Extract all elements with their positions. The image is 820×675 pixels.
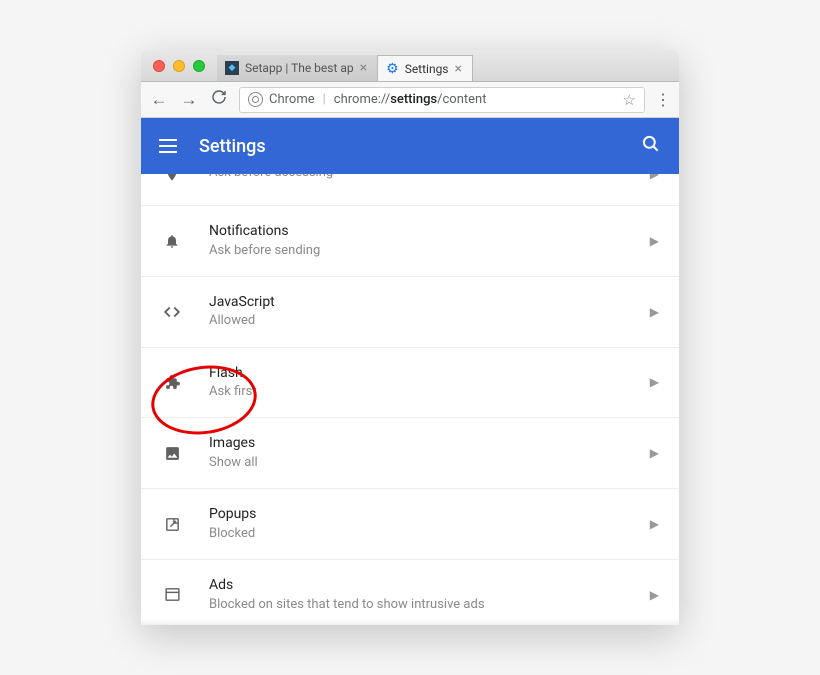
chevron-right-icon: ▶ [650,517,659,531]
tab-title: Setapp | The best ap [245,61,354,75]
url-prefix: chrome:// [334,92,390,107]
url-path: /content [437,92,486,107]
item-title: Ads [209,576,650,596]
item-subtitle: Allowed [209,312,650,330]
settings-header: Settings [141,118,679,174]
chevron-right-icon: ▶ [650,446,659,460]
item-title: Images [209,434,650,454]
location-icon [159,174,185,182]
item-subtitle: Ask before accessing [209,174,650,183]
content-item-location[interactable]: Ask before accessing ▶ [141,174,679,206]
toolbar: ← → Chrome | chrome://settings/content ☆… [141,82,679,118]
code-icon [159,303,185,321]
tab-strip: ◆ Setapp | The best ap × ⚙ Settings × [141,50,679,82]
tabs: ◆ Setapp | The best ap × ⚙ Settings × [217,50,679,81]
item-subtitle: Blocked [209,525,650,543]
popup-icon [159,516,185,533]
chevron-right-icon: ▶ [650,305,659,319]
content-item-javascript[interactable]: JavaScript Allowed ▶ [141,277,679,348]
content-item-flash[interactable]: Flash Ask first ▶ [141,348,679,419]
url-host: settings [390,92,437,107]
address-bar[interactable]: Chrome | chrome://settings/content ☆ [239,87,645,113]
maximize-window-button[interactable] [193,60,205,72]
content-item-notifications[interactable]: Notifications Ask before sending ▶ [141,206,679,277]
content-settings-list: Ask before accessing ▶ Notifications Ask… [141,174,679,625]
url-scheme-label: Chrome [269,92,315,107]
item-subtitle: Ask before sending [209,242,650,260]
item-title: Popups [209,505,650,525]
content-area: Ask before accessing ▶ Notifications Ask… [141,174,679,625]
chevron-right-icon: ▶ [650,234,659,248]
item-title: JavaScript [209,293,650,313]
content-item-ads[interactable]: Ads Blocked on sites that tend to show i… [141,560,679,625]
item-subtitle: Ask first [209,383,650,401]
extension-icon [159,374,185,391]
item-title: Flash [209,364,650,384]
browser-menu-button[interactable]: ⋮ [655,90,671,109]
close-tab-icon[interactable]: × [360,61,367,75]
reload-button[interactable] [209,89,229,110]
bookmark-star-icon[interactable]: ☆ [623,91,636,109]
content-item-popups[interactable]: Popups Blocked ▶ [141,489,679,560]
search-icon [641,134,661,154]
close-tab-icon[interactable]: × [455,62,462,76]
back-button[interactable]: ← [149,90,169,110]
search-button[interactable] [641,134,661,158]
minimize-window-button[interactable] [173,60,185,72]
chevron-right-icon: ▶ [650,588,659,602]
tab-settings[interactable]: ⚙ Settings × [378,55,473,81]
chrome-scheme-icon [248,92,263,107]
item-title: Notifications [209,222,650,242]
item-subtitle: Blocked on sites that tend to show intru… [209,596,650,614]
url-separator: | [323,92,326,107]
forward-button[interactable]: → [179,90,199,110]
content-item-images[interactable]: Images Show all ▶ [141,418,679,489]
browser-window: ◆ Setapp | The best ap × ⚙ Settings × ← … [141,50,679,625]
tab-title: Settings [405,62,449,76]
menu-icon[interactable] [159,139,177,153]
window-icon [159,586,185,603]
window-controls [141,60,217,72]
setapp-favicon-icon: ◆ [225,61,239,75]
page-title: Settings [199,136,266,157]
chevron-right-icon: ▶ [650,375,659,389]
tab-setapp[interactable]: ◆ Setapp | The best ap × [217,55,378,81]
reload-icon [211,89,227,105]
chevron-right-icon: ▶ [650,174,659,181]
bell-icon [159,233,185,249]
close-window-button[interactable] [153,60,165,72]
item-subtitle: Show all [209,454,650,472]
fade-overlay [141,619,679,625]
gear-favicon-icon: ⚙ [386,61,399,77]
image-icon [159,445,185,462]
